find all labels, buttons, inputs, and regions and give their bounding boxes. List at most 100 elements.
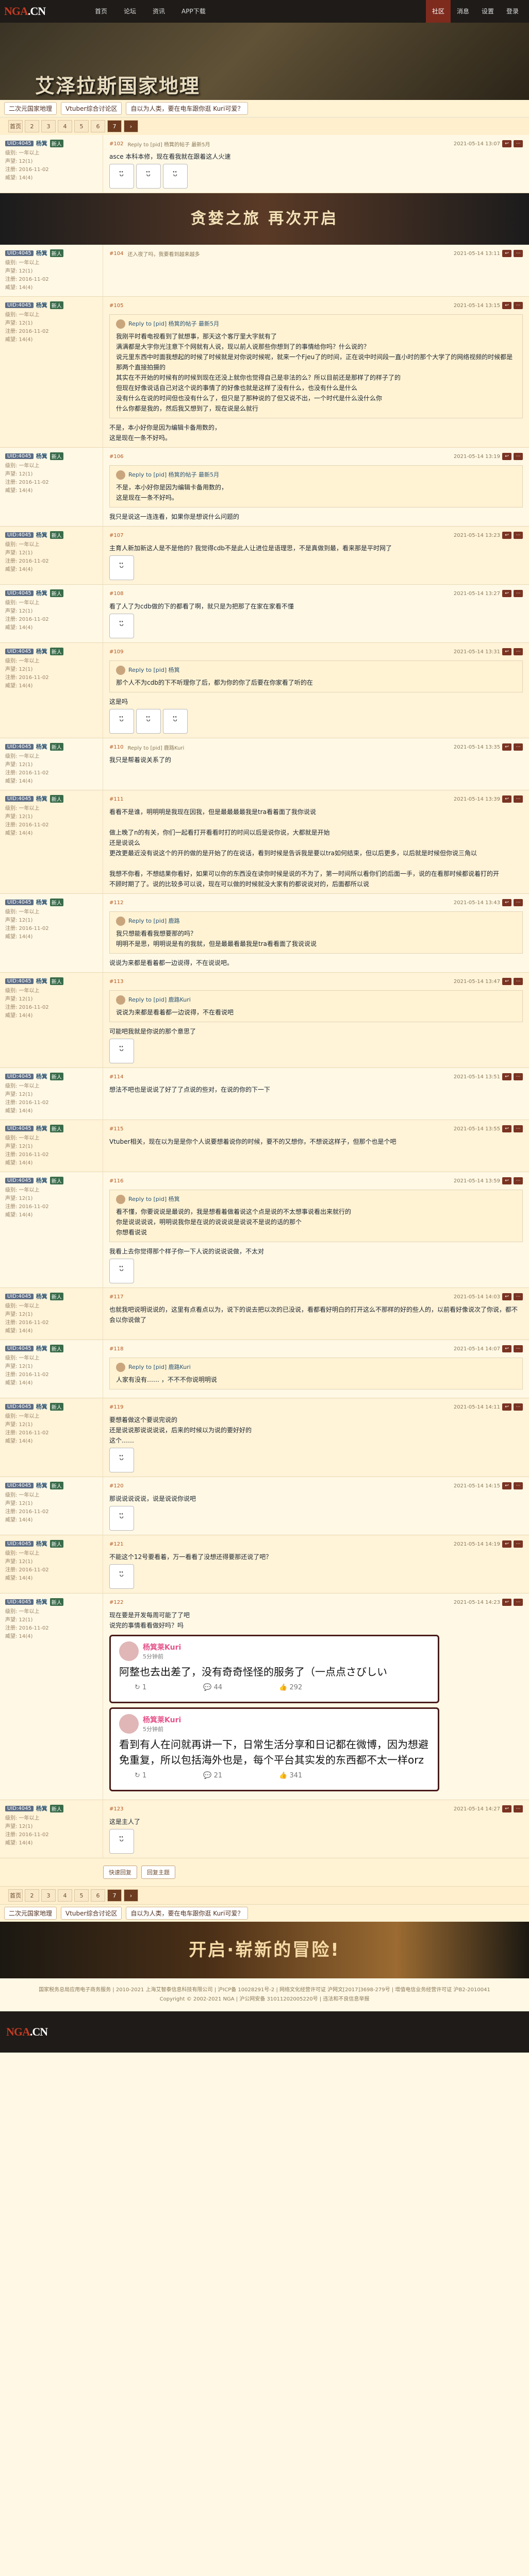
bottom-ad-banner[interactable]: 开启·崭新的冒险! (0, 1922, 529, 1978)
quick-reply-button[interactable]: 快速回复 (103, 1866, 137, 1879)
floor-number[interactable]: #109 (109, 649, 123, 655)
more-icon[interactable]: ⋯ (514, 532, 523, 539)
reply-icon[interactable]: ↩ (502, 1599, 511, 1606)
more-icon[interactable]: ⋯ (514, 899, 523, 906)
reply-icon[interactable]: ↩ (502, 978, 511, 985)
nav-item-news[interactable]: 资讯 (144, 0, 173, 23)
quote-author[interactable]: Reply to [pid] 鹿路 (128, 916, 180, 926)
nav-item-app[interactable]: APP下载 (173, 0, 214, 23)
more-icon[interactable]: ⋯ (514, 1540, 523, 1548)
username[interactable]: 杨箕 (36, 1481, 47, 1489)
site-logo[interactable]: NGA.CN (4, 5, 76, 18)
username[interactable]: 杨箕 (36, 301, 47, 309)
page-next[interactable]: › (124, 120, 138, 132)
username[interactable]: 杨箕 (36, 647, 47, 655)
more-icon[interactable]: ⋯ (514, 1403, 523, 1411)
page-link[interactable]: 6 (91, 120, 105, 132)
quote-author[interactable]: Reply to [pid] 杨箕 (128, 665, 180, 675)
more-icon[interactable]: ⋯ (514, 250, 523, 257)
page-link[interactable]: 3 (41, 1889, 56, 1902)
page-link[interactable]: 4 (58, 120, 72, 132)
floor-number[interactable]: #105 (109, 303, 123, 309)
reply-ref[interactable]: Reply to [pid] 鹿路Kuri (127, 743, 184, 751)
username[interactable]: 杨箕 (36, 531, 47, 539)
page-first[interactable]: 首页 (8, 120, 23, 132)
quote-author[interactable]: Reply to [pid] 杨箕的帖子 最新5月 (128, 470, 219, 480)
quote-author[interactable]: Reply to [pid] 鹿路Kuri (128, 995, 191, 1005)
floor-number[interactable]: #116 (109, 1178, 123, 1184)
breadcrumb-thread[interactable]: 自以为人类，要在电车跟你逛 Kuri可爱？ (126, 102, 249, 115)
username[interactable]: 杨箕 (36, 1344, 47, 1352)
more-icon[interactable]: ⋯ (514, 1482, 523, 1489)
username[interactable]: 杨箕 (36, 898, 47, 906)
page-link[interactable]: 5 (74, 1889, 89, 1902)
floor-number[interactable]: #112 (109, 900, 123, 906)
page-first[interactable]: 首页 (8, 1889, 23, 1902)
floor-number[interactable]: #120 (109, 1483, 123, 1489)
reply-icon[interactable]: ↩ (502, 1125, 511, 1132)
username[interactable]: 杨箕 (36, 452, 47, 460)
nav-item-forum[interactable]: 论坛 (115, 0, 144, 23)
more-icon[interactable]: ⋯ (514, 1599, 523, 1606)
quote-author[interactable]: Reply to [pid] 杨箕 (128, 1194, 180, 1205)
floor-number[interactable]: #119 (109, 1404, 123, 1410)
more-icon[interactable]: ⋯ (514, 978, 523, 985)
page-link[interactable]: 3 (41, 120, 56, 132)
page-next[interactable]: › (124, 1889, 138, 1902)
page-link[interactable]: 4 (58, 1889, 72, 1902)
reply-icon[interactable]: ↩ (502, 1073, 511, 1080)
reply-icon[interactable]: ↩ (502, 1177, 511, 1184)
more-icon[interactable]: ⋯ (514, 453, 523, 460)
reply-icon[interactable]: ↩ (502, 1403, 511, 1411)
breadcrumb-subforum[interactable]: Vtuber综合讨论区 (61, 1907, 122, 1920)
username[interactable]: 杨箕 (36, 794, 47, 803)
reply-icon[interactable]: ↩ (502, 648, 511, 655)
more-icon[interactable]: ⋯ (514, 1177, 523, 1184)
more-icon[interactable]: ⋯ (514, 302, 523, 309)
floor-number[interactable]: #114 (109, 1074, 123, 1080)
more-icon[interactable]: ⋯ (514, 1125, 523, 1132)
more-icon[interactable]: ⋯ (514, 795, 523, 803)
floor-number[interactable]: #106 (109, 454, 123, 460)
page-link[interactable]: 2 (25, 120, 39, 132)
username[interactable]: 杨箕 (36, 139, 47, 147)
breadcrumb-thread[interactable]: 自以为人类，要在电车跟你逛 Kuri可爱？ (126, 1907, 249, 1920)
username[interactable]: 杨箕 (36, 1598, 47, 1606)
reply-ref[interactable]: Reply to [pid] 杨箕的帖子 最新5月 (127, 140, 210, 148)
floor-number[interactable]: #122 (109, 1600, 123, 1605)
floor-number[interactable]: #107 (109, 533, 123, 538)
reply-icon[interactable]: ↩ (502, 302, 511, 309)
username[interactable]: 杨箕 (36, 249, 47, 257)
floor-number[interactable]: #108 (109, 591, 123, 597)
floor-number[interactable]: #102 (109, 141, 123, 147)
reply-icon[interactable]: ↩ (502, 1482, 511, 1489)
username[interactable]: 杨箕 (36, 742, 47, 751)
quote-author[interactable]: Reply to [pid] 杨箕的帖子 最新5月 (128, 319, 219, 329)
reply-icon[interactable]: ↩ (502, 532, 511, 539)
username[interactable]: 杨箕 (36, 1804, 47, 1812)
reply-icon[interactable]: ↩ (502, 140, 511, 147)
nav-item-login[interactable]: 登录 (500, 0, 525, 23)
nav-item-messages[interactable]: 消息 (451, 0, 475, 23)
more-icon[interactable]: ⋯ (514, 590, 523, 597)
more-icon[interactable]: ⋯ (514, 1345, 523, 1352)
reply-icon[interactable]: ↩ (502, 795, 511, 803)
page-link[interactable]: 2 (25, 1889, 39, 1902)
floor-number[interactable]: #111 (109, 796, 123, 802)
more-icon[interactable]: ⋯ (514, 1805, 523, 1812)
reply-icon[interactable]: ↩ (502, 1293, 511, 1300)
breadcrumb-forum[interactable]: 二次元国家地理 (4, 102, 57, 115)
reply-icon[interactable]: ↩ (502, 1805, 511, 1812)
more-icon[interactable]: ⋯ (514, 1293, 523, 1300)
reply-thread-button[interactable]: 回复主题 (141, 1866, 175, 1879)
nav-item-home[interactable]: 首页 (87, 0, 115, 23)
reply-icon[interactable]: ↩ (502, 453, 511, 460)
username[interactable]: 杨箕 (36, 589, 47, 597)
quote-author[interactable]: Reply to [pid] 鹿路Kuri (128, 1362, 191, 1372)
reply-icon[interactable]: ↩ (502, 743, 511, 751)
more-icon[interactable]: ⋯ (514, 648, 523, 655)
breadcrumb-forum[interactable]: 二次元国家地理 (4, 1907, 57, 1920)
reply-icon[interactable]: ↩ (502, 899, 511, 906)
inline-ad-banner[interactable]: 贪婪之旅 再次开启 (0, 193, 529, 245)
more-icon[interactable]: ⋯ (514, 1073, 523, 1080)
